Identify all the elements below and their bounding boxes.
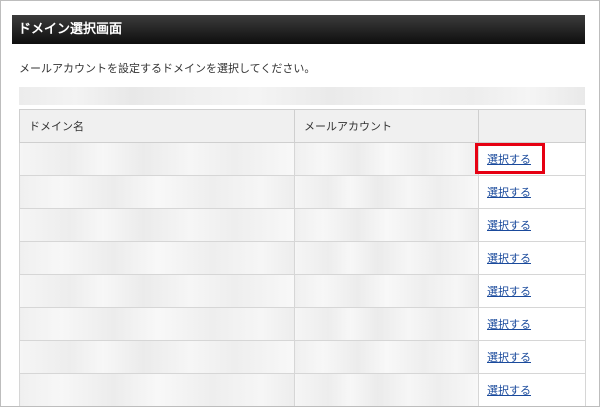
redacted-account-cell [294, 373, 479, 406]
table-row: 選択する [19, 142, 586, 176]
header-mail-account: メールアカウント [294, 109, 479, 143]
select-domain-link[interactable]: 選択する [487, 219, 531, 232]
redacted-domain-cell [19, 307, 295, 341]
action-cell: 選択する [478, 340, 586, 374]
select-domain-link[interactable]: 選択する [487, 153, 531, 166]
page-title: ドメイン選択画面 [12, 15, 585, 44]
action-cell: 選択する [478, 208, 586, 242]
action-cell: 選択する [478, 274, 586, 308]
redacted-domain-cell [19, 175, 295, 209]
page-description: メールアカウントを設定するドメインを選択してください。 [19, 62, 316, 75]
table-row: 選択する [19, 373, 586, 406]
redacted-domain-cell [19, 241, 295, 275]
redacted-account-cell [294, 208, 479, 242]
select-domain-link[interactable]: 選択する [487, 384, 531, 397]
domain-table: ドメイン名 メールアカウント 選択する 選択する 選択する 選択する 選択する … [19, 109, 586, 406]
redacted-account-cell [294, 340, 479, 374]
select-domain-link[interactable]: 選択する [487, 285, 531, 298]
action-cell: 選択する [478, 307, 586, 341]
table-header-row: ドメイン名 メールアカウント [19, 109, 586, 143]
redacted-info-band [19, 87, 585, 105]
table-row: 選択する [19, 175, 586, 209]
redacted-domain-cell [19, 373, 295, 406]
action-cell: 選択する [478, 142, 586, 176]
header-domain-name: ドメイン名 [19, 109, 295, 143]
table-row: 選択する [19, 208, 586, 242]
redacted-domain-cell [19, 142, 295, 176]
select-domain-link[interactable]: 選択する [487, 186, 531, 199]
select-domain-link[interactable]: 選択する [487, 252, 531, 265]
table-row: 選択する [19, 274, 586, 308]
action-cell: 選択する [478, 241, 586, 275]
table-row: 選択する [19, 307, 586, 341]
redacted-account-cell [294, 175, 479, 209]
action-cell: 選択する [478, 175, 586, 209]
redacted-domain-cell [19, 340, 295, 374]
table-row: 選択する [19, 241, 586, 275]
redacted-account-cell [294, 142, 479, 176]
redacted-account-cell [294, 274, 479, 308]
redacted-account-cell [294, 241, 479, 275]
redacted-domain-cell [19, 208, 295, 242]
header-action [478, 109, 586, 143]
action-cell: 選択する [478, 373, 586, 406]
table-row: 選択する [19, 340, 586, 374]
select-domain-link[interactable]: 選択する [487, 318, 531, 331]
redacted-domain-cell [19, 274, 295, 308]
select-domain-link[interactable]: 選択する [487, 351, 531, 364]
redacted-account-cell [294, 307, 479, 341]
screenshot-frame: ドメイン選択画面 メールアカウントを設定するドメインを選択してください。 ドメイ… [0, 0, 600, 407]
